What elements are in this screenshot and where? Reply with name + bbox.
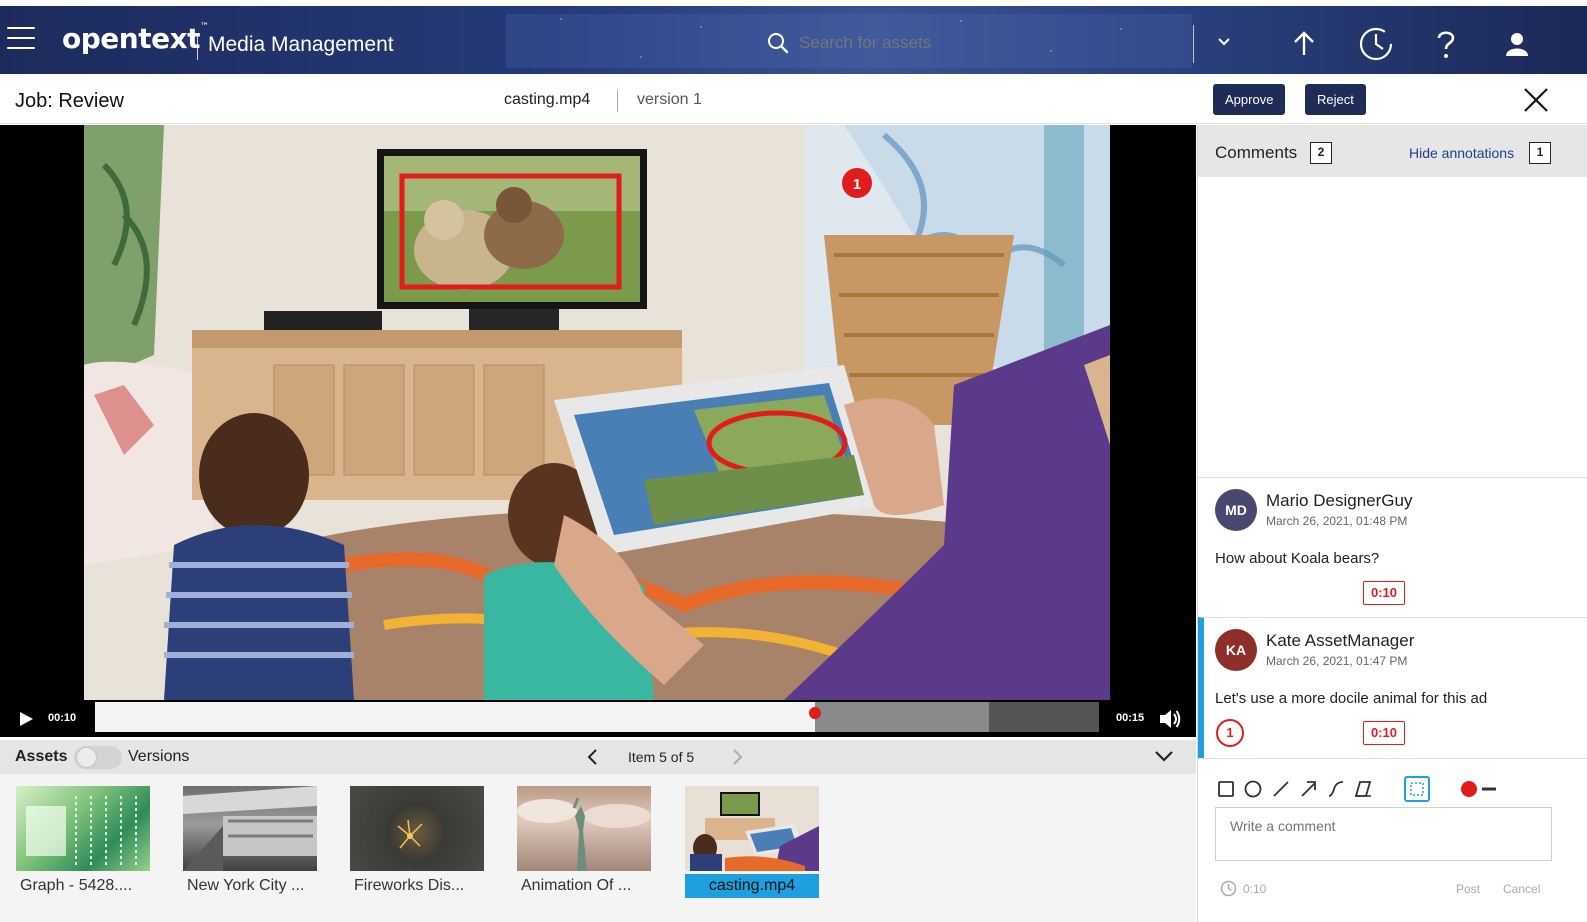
asset-caption: New York City ... <box>183 874 317 898</box>
chevron-down-icon[interactable] <box>1214 34 1234 50</box>
opentext-logo: opentext™ <box>62 22 209 55</box>
menu-icon[interactable] <box>7 27 35 51</box>
version-label[interactable]: version 1 <box>637 91 702 109</box>
timeline-scrubber[interactable] <box>95 702 1099 732</box>
annotation-marker-label: 1 <box>853 176 861 193</box>
video-player: 1 00:10 00:15 <box>0 125 1196 737</box>
asset-caption: Animation Of ... <box>517 874 651 898</box>
video-scene: 1 <box>84 125 1110 700</box>
comment-time-value: 0:10 <box>1243 882 1267 896</box>
close-icon[interactable] <box>1522 86 1550 114</box>
comment-text: Let's use a more docile animal for this … <box>1215 690 1488 707</box>
comment-input[interactable] <box>1215 807 1552 861</box>
job-title: Job: Review <box>15 90 124 112</box>
end-time: 00:15 <box>1116 712 1145 724</box>
asset-caption: Fireworks Dis... <box>350 874 484 898</box>
search-icon[interactable] <box>766 31 790 55</box>
asset-thumbnail[interactable]: Graph - 5428.... <box>16 786 150 898</box>
asset-caption: Graph - 5428.... <box>16 874 150 898</box>
asset-image <box>350 786 484 871</box>
comment-item[interactable]: MD Mario DesignerGuy March 26, 2021, 01:… <box>1198 477 1587 617</box>
hide-annotations-link[interactable]: Hide annotations <box>1409 145 1514 161</box>
clock-icon <box>1220 880 1237 897</box>
play-icon[interactable] <box>18 711 34 727</box>
versions-label[interactable]: Versions <box>128 748 189 766</box>
comment-author: Mario DesignerGuy <box>1266 491 1413 510</box>
arrow-tool-icon[interactable] <box>1299 779 1319 799</box>
file-divider <box>617 90 618 112</box>
job-header: Job: Review casting.mp4 version 1 Approv… <box>0 74 1587 124</box>
rectangle-tool-icon[interactable] <box>1216 779 1236 799</box>
brand-name: opentext <box>62 22 201 55</box>
file-name: casting.mp4 <box>504 91 591 108</box>
freehand-tool-icon[interactable] <box>1326 779 1346 799</box>
timeline-buffered <box>814 702 989 732</box>
item-counter: Item 5 of 5 <box>628 749 695 765</box>
asset-image <box>517 786 651 871</box>
comment-timestamp-button[interactable]: 0:10 <box>1363 581 1405 605</box>
toggle-knob <box>77 748 96 767</box>
assets-label[interactable]: Assets <box>15 748 67 766</box>
annotations-count-badge: 1 <box>1529 142 1551 164</box>
user-icon[interactable] <box>1497 24 1537 64</box>
line-tool-icon[interactable] <box>1271 779 1291 799</box>
comments-title: Comments <box>1215 143 1298 162</box>
chevron-down-icon[interactable] <box>1153 748 1175 764</box>
comment-author: Kate AssetManager <box>1266 631 1415 650</box>
help-icon[interactable] <box>1426 24 1466 64</box>
annotation-toolbar <box>1198 758 1587 808</box>
product-name: Media Management <box>208 33 394 56</box>
asset-thumbnail[interactable]: Animation Of ... <box>517 786 651 898</box>
comment-timestamp-button[interactable]: 0:10 <box>1363 721 1405 745</box>
upload-icon[interactable] <box>1284 24 1324 64</box>
video-frame[interactable]: 1 <box>84 125 1110 700</box>
reject-button[interactable]: Reject <box>1305 84 1366 115</box>
cancel-button[interactable]: Cancel <box>1503 882 1540 896</box>
comments-count-badge: 2 <box>1310 142 1332 164</box>
avatar: KA <box>1215 629 1257 671</box>
comment-date: March 26, 2021, 01:47 PM <box>1266 654 1408 668</box>
current-time: 00:10 <box>48 712 77 724</box>
asset-thumbnail-selected[interactable]: casting.mp4 <box>685 786 819 898</box>
approve-button[interactable]: Approve <box>1213 84 1286 115</box>
assets-toolbar: Assets Versions Item 5 of 5 <box>0 740 1196 774</box>
comment-date: March 26, 2021, 01:48 PM <box>1266 514 1408 528</box>
chevron-left-icon[interactable] <box>586 747 600 767</box>
timeline-remaining <box>988 702 1099 732</box>
search-divider <box>1193 25 1194 63</box>
volume-icon[interactable] <box>1158 708 1182 730</box>
color-stroke-picker-icon[interactable] <box>1460 779 1496 799</box>
assets-versions-toggle[interactable] <box>74 746 122 769</box>
timeline-played <box>95 702 815 732</box>
asset-image <box>16 786 150 871</box>
comment-text: How about Koala bears? <box>1215 550 1380 567</box>
post-button[interactable]: Post <box>1456 882 1480 896</box>
chevron-right-icon[interactable] <box>730 747 744 767</box>
search-input[interactable] <box>799 33 1099 53</box>
asset-thumbnail[interactable]: Fireworks Dis... <box>350 786 484 898</box>
comment-footer: 0:10 Post Cancel <box>1198 875 1587 905</box>
player-controls: 00:10 00:15 <box>0 700 1196 737</box>
comments-header: Comments 2 Hide annotations 1 <box>1198 125 1587 177</box>
avatar: MD <box>1215 489 1257 531</box>
playhead-handle[interactable] <box>808 707 821 719</box>
clock-icon[interactable] <box>1356 24 1396 64</box>
asset-caption: casting.mp4 <box>685 874 819 898</box>
brand-trademark: ™ <box>200 22 209 32</box>
asset-image <box>183 786 317 871</box>
asset-thumbnail[interactable]: New York City ... <box>183 786 317 898</box>
brand-divider <box>197 34 198 60</box>
annotation-marker-button[interactable]: 1 <box>1216 719 1244 747</box>
comment-item-active[interactable]: KA Kate AssetManager March 26, 2021, 01:… <box>1198 617 1587 758</box>
eraser-tool-icon[interactable] <box>1353 779 1373 799</box>
top-app-bar: opentext™ Media Management <box>0 6 1587 74</box>
assets-strip: Graph - 5428.... New York City ... Firew… <box>0 774 1196 922</box>
circle-tool-icon[interactable] <box>1243 779 1263 799</box>
asset-image <box>685 786 819 871</box>
comments-panel: Comments 2 Hide annotations 1 MD Mario D… <box>1197 125 1587 922</box>
frame-select-icon[interactable] <box>1404 776 1430 802</box>
